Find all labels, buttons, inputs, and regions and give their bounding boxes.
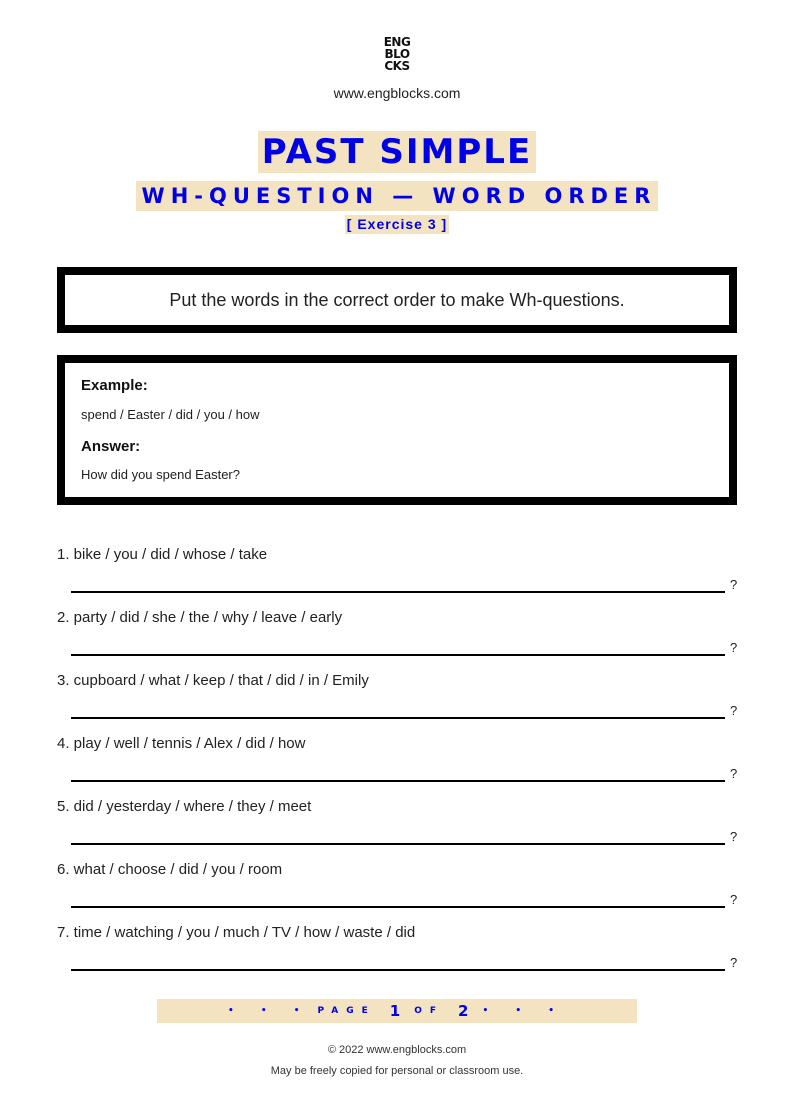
example-box: Example: spend / Easter / did / you / ho… — [57, 355, 737, 505]
page-title: PAST SIMPLE — [0, 131, 794, 173]
question-prompt: 3. cupboard / what / keep / that / did /… — [57, 672, 369, 689]
question-prompt: 2. party / did / she / the / why / leave… — [57, 609, 343, 626]
engblocks-logo: ENG BLO CKS — [0, 36, 794, 72]
question-mark: ? — [730, 703, 738, 718]
logo-line: CKS — [384, 59, 410, 73]
question-mark: ? — [730, 955, 738, 970]
site-url: www.engblocks.com — [333, 85, 461, 101]
page-word: PAGE — [317, 1006, 376, 1016]
page-total: 2 — [458, 1002, 469, 1020]
answer-line[interactable] — [71, 591, 725, 593]
answer-line[interactable] — [71, 654, 725, 656]
question-mark: ? — [730, 640, 738, 655]
instructions-text: Put the words in the correct order to ma… — [169, 289, 625, 310]
page-dots-left: • • • — [227, 1006, 312, 1016]
answer-line[interactable] — [71, 780, 725, 782]
page-subtitle-text: WH-QUESTION — WORD ORDER — [135, 181, 659, 211]
answer-line[interactable] — [71, 906, 725, 908]
exercise-label-text: [ Exercise 3 ] — [344, 215, 450, 234]
footer-copyright: © 2022 www.engblocks.com — [327, 1044, 467, 1056]
question-mark: ? — [730, 577, 738, 592]
question-mark: ? — [730, 829, 738, 844]
example-label: Example: — [81, 377, 148, 394]
question-prompt: 5. did / yesterday / where / they / meet — [57, 798, 312, 815]
footer-license: May be freely copied for personal or cla… — [270, 1065, 524, 1077]
answer-line[interactable] — [71, 843, 725, 845]
answer-line[interactable] — [71, 969, 725, 971]
page-indicator: • • • PAGE 1 OF 2 • • • — [157, 999, 637, 1023]
page-dots-right: • • • — [482, 1006, 567, 1016]
question-prompt: 4. play / well / tennis / Alex / did / h… — [57, 735, 306, 752]
answer-line[interactable] — [71, 717, 725, 719]
page-current: 1 — [389, 1002, 401, 1020]
question-prompt: 7. time / watching / you / much / TV / h… — [57, 924, 416, 941]
instructions-box: Put the words in the correct order to ma… — [57, 267, 737, 333]
answer-label: Answer: — [81, 438, 141, 455]
exercise-label: [ Exercise 3 ] — [0, 215, 794, 234]
answer-text: How did you spend Easter? — [81, 467, 240, 482]
question-prompt: 1. bike / you / did / whose / take — [57, 546, 268, 563]
page-subtitle: WH-QUESTION — WORD ORDER — [0, 181, 794, 211]
question-prompt: 6. what / choose / did / you / room — [57, 861, 283, 878]
page-of-word: OF — [414, 1006, 445, 1016]
question-mark: ? — [730, 892, 738, 907]
page-title-text: PAST SIMPLE — [257, 131, 537, 173]
question-mark: ? — [730, 766, 738, 781]
example-words: spend / Easter / did / you / how — [81, 407, 260, 422]
